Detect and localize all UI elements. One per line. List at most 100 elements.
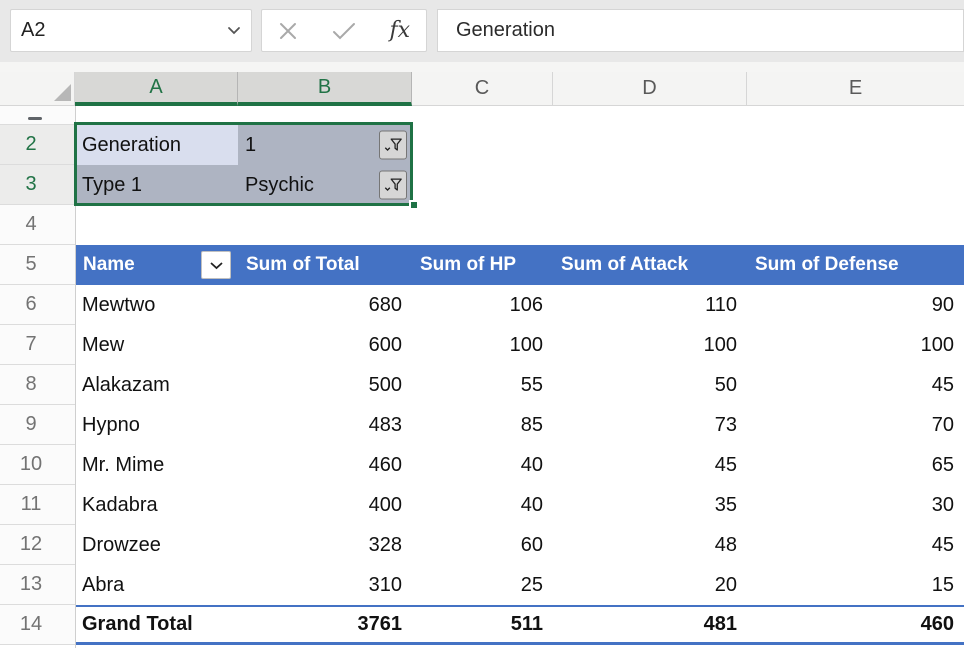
cell-defense[interactable]: 70	[747, 405, 964, 445]
name-box[interactable]: A2	[10, 9, 252, 52]
pivot-header-total[interactable]: Sum of Total	[238, 245, 412, 285]
row-header[interactable]: 14	[0, 605, 75, 645]
row-header[interactable]: 2	[0, 125, 75, 165]
row-header-divider	[75, 106, 76, 648]
cell-attack[interactable]: 35	[553, 485, 747, 525]
cell-hp[interactable]: 25	[412, 565, 553, 605]
cell-hp[interactable]: 55	[412, 365, 553, 405]
fx-icon[interactable]: fx	[389, 20, 410, 42]
cell-attack[interactable]: 50	[553, 365, 747, 405]
cell-name[interactable]: Mew	[75, 325, 238, 365]
cell-filter-label[interactable]: Type 1	[75, 165, 238, 205]
pivot-header-name[interactable]: Name	[75, 245, 238, 285]
cell-total[interactable]: 328	[238, 525, 412, 565]
formula-actions: fx	[261, 9, 427, 52]
cell-name[interactable]: Alakazam	[75, 365, 238, 405]
cell-attack[interactable]: 45	[553, 445, 747, 485]
cell-defense[interactable]: 30	[747, 485, 964, 525]
row-header[interactable]: 4	[0, 205, 75, 245]
cell-defense[interactable]: 100	[747, 325, 964, 365]
cell-hp[interactable]: 60	[412, 525, 553, 565]
pivot-header-attack[interactable]: Sum of Attack	[553, 245, 747, 285]
select-all-corner[interactable]	[0, 72, 75, 106]
table-row: 10 Mr. Mime 460 40 45 65	[0, 445, 964, 485]
cell-filter-value[interactable]: Psychic	[238, 165, 412, 205]
pivot-header-row: 5 Name Sum of Total Sum of HP Sum of Att…	[0, 245, 964, 285]
cell-attack[interactable]: 20	[553, 565, 747, 605]
row-header[interactable]: 12	[0, 525, 75, 565]
clipped-row-number	[28, 117, 42, 120]
row-header[interactable]: 13	[0, 565, 75, 605]
row-1-sliver	[0, 106, 964, 125]
cell-defense[interactable]: 65	[747, 445, 964, 485]
filter-dropdown-button[interactable]	[379, 171, 407, 200]
cell-attack[interactable]: 110	[553, 285, 747, 325]
cell-name[interactable]: Hypno	[75, 405, 238, 445]
column-header-d[interactable]: D	[553, 72, 747, 106]
cell-grand-defense[interactable]: 460	[747, 605, 964, 645]
cell-name[interactable]: Kadabra	[75, 485, 238, 525]
cell-hp[interactable]: 106	[412, 285, 553, 325]
cell-grand-total-label[interactable]: Grand Total	[75, 605, 238, 645]
name-filter-dropdown-button[interactable]	[201, 251, 231, 279]
cell-filter-value[interactable]: 1	[238, 125, 412, 165]
row-header[interactable]: 3	[0, 165, 75, 205]
table-row: 11 Kadabra 400 40 35 30	[0, 485, 964, 525]
cell-grand-attack[interactable]: 481	[553, 605, 747, 645]
cell-total[interactable]: 500	[238, 365, 412, 405]
column-header-e[interactable]: E	[747, 72, 964, 106]
cell-name[interactable]: Mewtwo	[75, 285, 238, 325]
cell-defense[interactable]: 15	[747, 565, 964, 605]
cell-reference: A2	[21, 19, 227, 42]
cell-hp[interactable]: 40	[412, 485, 553, 525]
row-header[interactable]: 8	[0, 365, 75, 405]
cell-total[interactable]: 460	[238, 445, 412, 485]
cell-defense[interactable]: 45	[747, 365, 964, 405]
sheet-grid: 2 Generation 1 3 Type 1 Psychic	[0, 106, 964, 645]
cell-attack[interactable]: 48	[553, 525, 747, 565]
column-header-b[interactable]: B	[238, 72, 412, 106]
cell-total[interactable]: 310	[238, 565, 412, 605]
grand-total-row: 14 Grand Total 3761 511 481 460	[0, 605, 964, 645]
cell-name[interactable]: Abra	[75, 565, 238, 605]
cell-total[interactable]: 400	[238, 485, 412, 525]
cell-hp[interactable]: 85	[412, 405, 553, 445]
cancel-icon[interactable]	[278, 21, 298, 41]
cell-grand-total[interactable]: 3761	[238, 605, 412, 645]
column-header-c[interactable]: C	[412, 72, 553, 106]
row-header[interactable]: 6	[0, 285, 75, 325]
table-row: 6 Mewtwo 680 106 110 90	[0, 285, 964, 325]
formula-bar[interactable]: Generation	[437, 9, 964, 52]
column-headers: A B C D E	[0, 72, 964, 106]
cell-grand-hp[interactable]: 511	[412, 605, 553, 645]
cell-hp[interactable]: 100	[412, 325, 553, 365]
row-header[interactable]: 11	[0, 485, 75, 525]
row-header[interactable]: 10	[0, 445, 75, 485]
fill-handle[interactable]	[409, 200, 419, 210]
pivot-header-hp[interactable]: Sum of HP	[412, 245, 553, 285]
row-header[interactable]: 7	[0, 325, 75, 365]
column-header-a[interactable]: A	[75, 72, 238, 106]
enter-check-icon[interactable]	[332, 22, 356, 40]
empty-row: 4	[0, 205, 964, 245]
cell-total[interactable]: 680	[238, 285, 412, 325]
cell-attack[interactable]: 100	[553, 325, 747, 365]
table-row: 8 Alakazam 500 55 50 45	[0, 365, 964, 405]
cell-attack[interactable]: 73	[553, 405, 747, 445]
cell-defense[interactable]: 45	[747, 525, 964, 565]
row-header-1[interactable]	[0, 106, 75, 125]
cell-defense[interactable]: 90	[747, 285, 964, 325]
spreadsheet-window: A2 fx Generation A B C D E	[0, 0, 964, 648]
header-text: Name	[83, 254, 135, 276]
cell-name[interactable]: Drowzee	[75, 525, 238, 565]
cell-name[interactable]: Mr. Mime	[75, 445, 238, 485]
cell-total[interactable]: 483	[238, 405, 412, 445]
row-header[interactable]: 9	[0, 405, 75, 445]
cell-hp[interactable]: 40	[412, 445, 553, 485]
filter-dropdown-button[interactable]	[379, 131, 407, 160]
chevron-down-icon[interactable]	[227, 26, 241, 35]
row-header[interactable]: 5	[0, 245, 75, 285]
cell-filter-label[interactable]: Generation	[75, 125, 238, 165]
pivot-header-defense[interactable]: Sum of Defense	[747, 245, 964, 285]
cell-total[interactable]: 600	[238, 325, 412, 365]
